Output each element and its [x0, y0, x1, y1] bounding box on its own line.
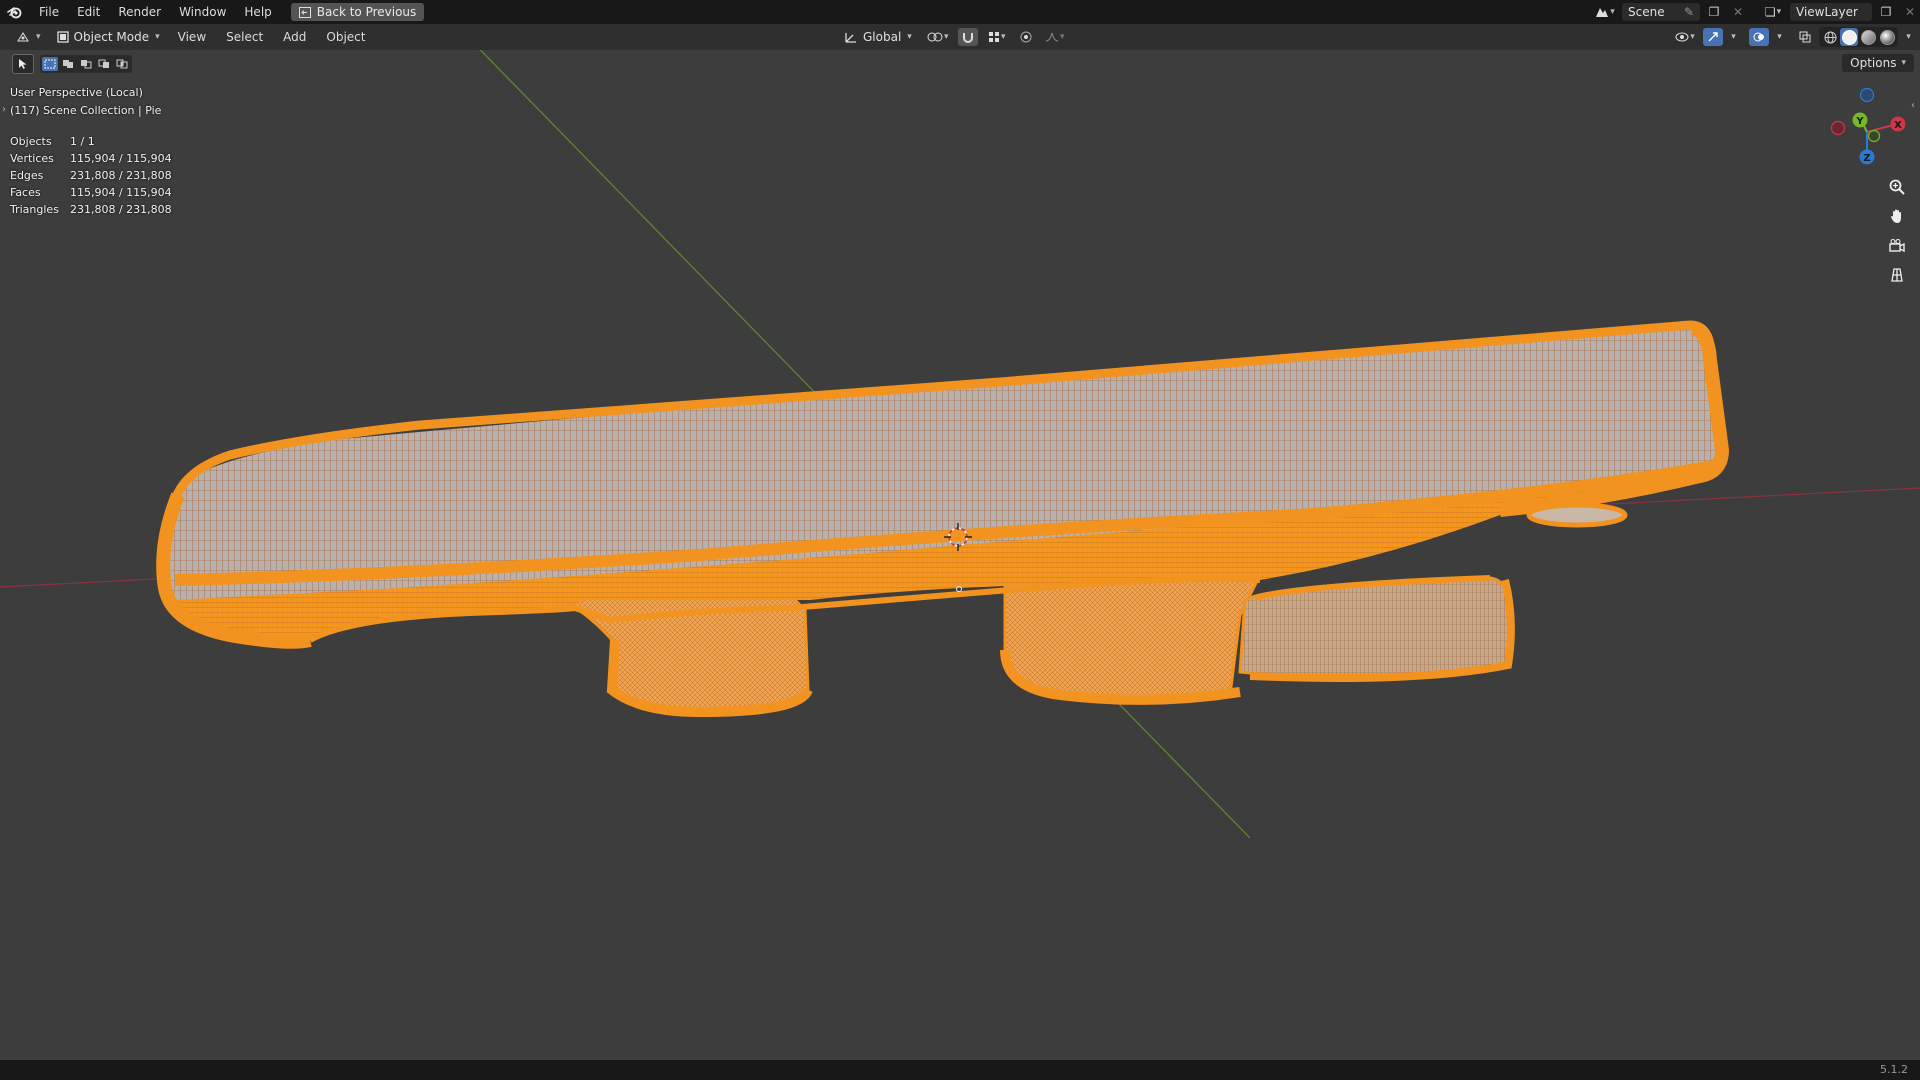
- x-axis-label: X: [1894, 120, 1902, 131]
- camera-view-icon[interactable]: [1884, 233, 1910, 259]
- delete-scene-icon[interactable]: ✕: [1728, 3, 1748, 21]
- mesh-left-leg: [558, 583, 813, 718]
- snap-target-icon[interactable]: ▾: [984, 28, 1010, 46]
- back-to-previous-label: Back to Previous: [316, 5, 417, 19]
- solid-shading-icon[interactable]: [1840, 28, 1858, 46]
- stats-row-edges: Edges 231,808 / 231,808: [10, 167, 172, 184]
- back-to-previous-button[interactable]: Back to Previous: [290, 3, 425, 21]
- zoom-icon[interactable]: [1884, 174, 1910, 200]
- 3d-viewport[interactable]: [0, 50, 1920, 1060]
- material-preview-shading-icon[interactable]: [1859, 28, 1877, 46]
- stat-value: 115,904 / 115,904: [70, 186, 172, 199]
- rendered-shading-icon[interactable]: [1878, 28, 1896, 46]
- navigation-gizmo[interactable]: X Y Z: [1822, 84, 1912, 174]
- scene-name-field[interactable]: Scene ✎: [1622, 3, 1700, 21]
- y-axis-label: Y: [1855, 116, 1864, 127]
- z-axis-icon[interactable]: Z: [1859, 149, 1875, 165]
- collection-label: (117) Scene Collection | Pie: [10, 104, 162, 117]
- transform-orientation-dropdown[interactable]: Global ▾: [838, 27, 918, 47]
- proportional-editing-icon[interactable]: [1016, 28, 1036, 46]
- overlays-dropdown-icon[interactable]: ▾: [1773, 28, 1785, 46]
- neg-x-axis-icon[interactable]: [1830, 120, 1846, 136]
- view-layer-field[interactable]: ViewLayer: [1790, 3, 1872, 21]
- scene-selector-icon[interactable]: ▾: [1592, 3, 1618, 21]
- stat-value: 1 / 1: [70, 135, 95, 148]
- stats-row-faces: Faces 115,904 / 115,904: [10, 184, 172, 201]
- main-menu: File Edit Render Window Help: [30, 0, 281, 24]
- visibility-selectability-icon[interactable]: ▾: [1671, 28, 1699, 46]
- stat-label: Vertices: [10, 152, 54, 165]
- scene-name: Scene: [1628, 5, 1665, 19]
- top-right-controls: ▾ Scene ✎ ❐ ✕ ❏ ▾ ViewLayer ❐ ✕: [1592, 0, 1920, 24]
- menu-add[interactable]: Add: [275, 24, 314, 50]
- toggle-xray-icon[interactable]: [1795, 28, 1815, 46]
- menu-render[interactable]: Render: [109, 0, 170, 24]
- z-axis-label: Z: [1863, 153, 1870, 164]
- mode-label: Object Mode: [73, 30, 150, 44]
- snap-toggle-icon[interactable]: [957, 28, 978, 46]
- neg-y-axis-icon[interactable]: [1867, 129, 1881, 143]
- blender-logo-icon[interactable]: [0, 0, 30, 24]
- viewport-header: ▾ Object Mode ▾ View Select Add Object Gl…: [0, 24, 1920, 50]
- pin-icon[interactable]: ✎: [1684, 5, 1694, 19]
- orthographic-toggle-icon[interactable]: [1884, 262, 1910, 288]
- menu-help[interactable]: Help: [235, 0, 280, 24]
- stat-value: 231,808 / 231,808: [70, 169, 172, 182]
- neg-z-axis-icon[interactable]: [1859, 87, 1875, 103]
- stat-label: Triangles: [10, 203, 59, 216]
- new-view-layer-icon[interactable]: ❐: [1876, 3, 1896, 21]
- editor-type-button[interactable]: ▾: [10, 27, 47, 47]
- y-axis-icon[interactable]: Y: [1852, 112, 1868, 128]
- sidebar-expand-arrow-icon[interactable]: ‹: [1911, 100, 1915, 111]
- proportional-falloff-icon[interactable]: ▾: [1042, 28, 1068, 46]
- view-layer-name: ViewLayer: [1796, 5, 1858, 19]
- statistics-overlay: Objects 1 / 1 Vertices 115,904 / 115,904 E…: [10, 133, 172, 218]
- transform-orientation-label: Global: [863, 30, 902, 44]
- mesh-right-leg: [1000, 573, 1263, 705]
- back-icon: [298, 6, 311, 18]
- x-axis-icon[interactable]: X: [1890, 116, 1906, 132]
- pivot-point-icon[interactable]: ▾: [924, 28, 952, 46]
- mesh-hole: [1526, 502, 1628, 528]
- new-scene-icon[interactable]: ❐: [1704, 3, 1724, 21]
- stat-label: Edges: [10, 169, 44, 182]
- delete-view-layer-icon[interactable]: ✕: [1900, 3, 1920, 21]
- toolbar-expand-arrow-icon[interactable]: ›: [2, 104, 6, 115]
- top-bar: File Edit Render Window Help Back to Pre…: [0, 0, 1920, 24]
- stat-label: Faces: [10, 186, 41, 199]
- shading-mode-group: [1819, 27, 1898, 47]
- menu-window[interactable]: Window: [170, 0, 235, 24]
- stats-row-vertices: Vertices 115,904 / 115,904: [10, 150, 172, 167]
- orientation-icon: [845, 33, 856, 43]
- mode-selector[interactable]: Object Mode ▾: [51, 27, 166, 47]
- menu-select[interactable]: Select: [218, 24, 271, 50]
- menu-file[interactable]: File: [30, 0, 68, 24]
- pan-hand-icon[interactable]: [1884, 203, 1910, 229]
- menu-view[interactable]: View: [170, 24, 214, 50]
- wireframe-shading-icon[interactable]: [1821, 28, 1839, 46]
- mesh-arc-handle: [1238, 575, 1515, 682]
- stat-label: Objects: [10, 135, 52, 148]
- show-gizmo-icon[interactable]: [1703, 28, 1723, 46]
- stats-row-objects: Objects 1 / 1: [10, 133, 172, 150]
- version-label: 5.1.2: [1880, 1063, 1908, 1076]
- menu-object[interactable]: Object: [318, 24, 373, 50]
- gizmo-dropdown-icon[interactable]: ▾: [1727, 28, 1739, 46]
- menu-edit[interactable]: Edit: [68, 0, 109, 24]
- stat-value: 231,808 / 231,808: [70, 203, 172, 216]
- object-mode-icon: [56, 31, 69, 43]
- shading-dropdown-icon[interactable]: ▾: [1902, 28, 1914, 46]
- stats-row-triangles: Triangles 231,808 / 231,808: [10, 201, 172, 218]
- 3d-viewport-icon: [17, 32, 29, 42]
- view-layer-selector-icon[interactable]: ❏ ▾: [1760, 3, 1786, 21]
- perspective-label: User Perspective (Local): [10, 86, 143, 99]
- stat-value: 115,904 / 115,904: [70, 152, 172, 165]
- status-bar: 5.1.2: [0, 1060, 1920, 1080]
- show-overlays-icon[interactable]: [1749, 28, 1769, 46]
